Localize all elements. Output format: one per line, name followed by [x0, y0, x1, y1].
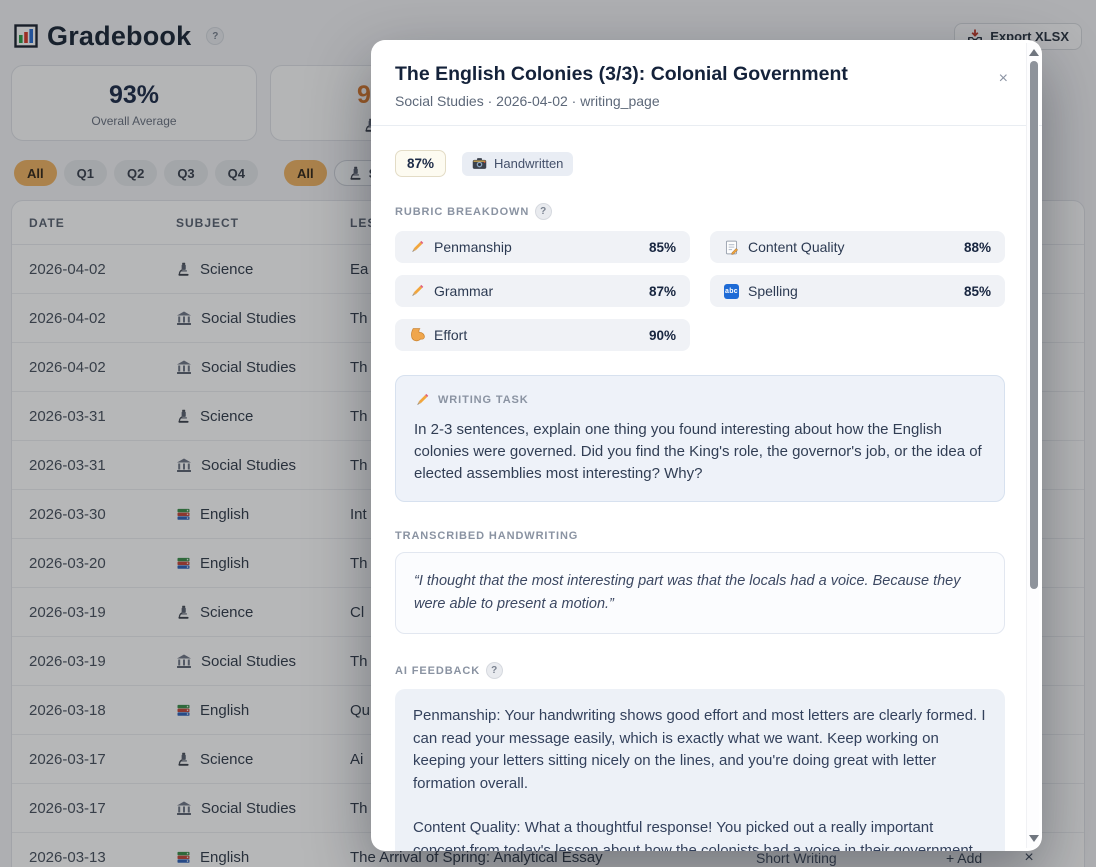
- rubric-item-value: 85%: [649, 240, 676, 255]
- rubric-grid: Penmanship 85% Content Quality 88% Grammar 87…: [395, 231, 1005, 351]
- pencil-icon: [409, 239, 425, 255]
- rubric-item-label: Spelling: [748, 283, 798, 299]
- rubric-item-value: 85%: [964, 284, 991, 299]
- camera-icon: [472, 157, 487, 170]
- scroll-down-icon[interactable]: [1029, 835, 1039, 842]
- rubric-breakdown-label: RUBRIC BREAKDOWN ?: [395, 203, 1005, 220]
- help-icon[interactable]: ?: [535, 203, 552, 220]
- rubric-item-label: Effort: [434, 327, 467, 343]
- feedback-paragraph: Content Quality: What a thoughtful respo…: [413, 817, 987, 851]
- writing-task-label: WRITING TASK: [414, 392, 986, 408]
- scrollbar-thumb[interactable]: [1030, 61, 1038, 589]
- transcription-text: “I thought that the most interesting par…: [414, 570, 986, 616]
- ai-feedback-box: Penmanship: Your handwriting shows good …: [395, 689, 1005, 851]
- abc-icon: abc: [724, 284, 739, 299]
- rubric-item-content-quality: Content Quality 88%: [710, 231, 1005, 263]
- modal-title: The English Colonies (3/3): Colonial Gov…: [395, 62, 986, 86]
- rubric-item-spelling: abc Spelling 85%: [710, 275, 1005, 307]
- rubric-item-label: Penmanship: [434, 239, 512, 255]
- rubric-item-value: 87%: [649, 284, 676, 299]
- flex-icon: [409, 327, 425, 343]
- handwritten-badge-label: Handwritten: [494, 156, 563, 171]
- modal-scrollbar[interactable]: [1026, 43, 1039, 848]
- modal-body: 87% Handwritten RUBRIC BREAKDOWN ? Penma…: [371, 126, 1042, 851]
- score-badge: 87%: [395, 150, 446, 177]
- handwritten-badge: Handwritten: [462, 152, 573, 176]
- help-icon[interactable]: ?: [486, 662, 503, 679]
- feedback-paragraph: Penmanship: Your handwriting shows good …: [413, 705, 987, 795]
- rubric-item-value: 90%: [649, 328, 676, 343]
- close-icon[interactable]: ×: [999, 71, 1008, 87]
- scroll-up-icon[interactable]: [1029, 49, 1039, 56]
- rubric-item-label: Grammar: [434, 283, 493, 299]
- modal-header: The English Colonies (3/3): Colonial Gov…: [371, 40, 1042, 126]
- pencil-icon: [414, 392, 430, 408]
- rubric-item-value: 88%: [964, 240, 991, 255]
- rubric-item-label: Content Quality: [748, 239, 845, 255]
- assignment-detail-modal: The English Colonies (3/3): Colonial Gov…: [371, 40, 1042, 851]
- ai-feedback-label: AI FEEDBACK ?: [395, 662, 1005, 679]
- transcription-label: TRANSCRIBED HANDWRITING: [395, 530, 1005, 542]
- writing-task-box: WRITING TASK In 2-3 sentences, explain o…: [395, 375, 1005, 502]
- modal-subtitle: Social Studies · 2026-04-02 · writing_pa…: [395, 93, 986, 109]
- rubric-item-effort: Effort 90%: [395, 319, 690, 351]
- badge-row: 87% Handwritten: [395, 150, 1005, 177]
- transcription-box: “I thought that the most interesting par…: [395, 552, 1005, 634]
- rubric-item-grammar: Grammar 87%: [395, 275, 690, 307]
- pencil-icon: [409, 283, 425, 299]
- rubric-item-penmanship: Penmanship 85%: [395, 231, 690, 263]
- gradebook-page: Gradebook ? Export XLSX 93% Overall Aver…: [0, 0, 1096, 867]
- memo-icon: [724, 240, 739, 255]
- writing-task-text: In 2-3 sentences, explain one thing you …: [414, 419, 986, 485]
